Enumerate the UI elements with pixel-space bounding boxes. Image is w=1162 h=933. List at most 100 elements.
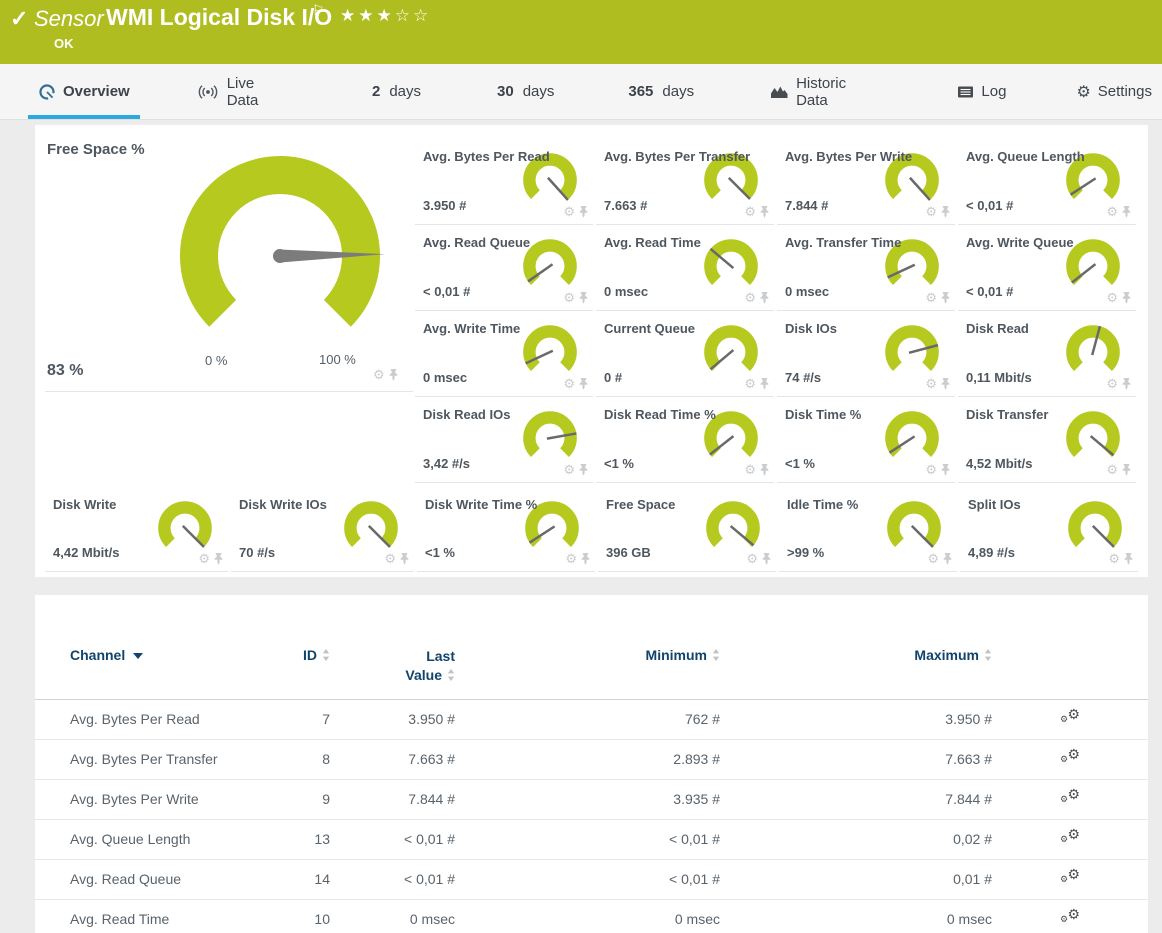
pin-icon[interactable] bbox=[761, 552, 772, 565]
tab-label: Settings bbox=[1098, 83, 1152, 100]
column-header-minimum[interactable]: Minimum bbox=[455, 647, 720, 663]
pin-icon[interactable] bbox=[578, 377, 589, 390]
pin-icon[interactable] bbox=[759, 463, 770, 476]
gear-icon[interactable]: ⚙ bbox=[925, 377, 937, 390]
pin-icon[interactable] bbox=[759, 377, 770, 390]
gauge-value: < 0,01 # bbox=[966, 198, 1013, 213]
pin-icon[interactable] bbox=[759, 205, 770, 218]
channel-last-value: < 0,01 # bbox=[330, 871, 455, 887]
pin-icon[interactable] bbox=[942, 552, 953, 565]
pin-icon[interactable] bbox=[940, 377, 951, 390]
column-header-last-value[interactable]: Last Value bbox=[330, 647, 455, 685]
pin-icon[interactable] bbox=[1121, 205, 1132, 218]
gauge-card-avg-queue-length: Avg. Queue Length < 0,01 # ⚙ bbox=[958, 139, 1136, 225]
gear-icon[interactable]: ⚙ bbox=[744, 291, 756, 304]
channel-minimum: 3.935 # bbox=[455, 791, 720, 807]
pin-icon[interactable] bbox=[580, 552, 591, 565]
gauge-title: Current Queue bbox=[604, 321, 695, 336]
gauge-title: Disk Read IOs bbox=[423, 407, 510, 422]
gear-icon[interactable]: ⚙ bbox=[744, 205, 756, 218]
gauge-value: 4,42 Mbit/s bbox=[53, 545, 119, 560]
pin-icon[interactable] bbox=[399, 552, 410, 565]
gear-icon[interactable]: ⚙ bbox=[563, 291, 575, 304]
channel-minimum: < 0,01 # bbox=[455, 871, 720, 887]
column-header-maximum[interactable]: Maximum bbox=[720, 647, 992, 663]
gear-icon[interactable]: ⚙ bbox=[1108, 552, 1120, 565]
gear-icon[interactable]: ⚙ bbox=[1106, 377, 1118, 390]
tab-log[interactable]: Log bbox=[947, 64, 1016, 119]
gauge-card-avg-write-queue: Avg. Write Queue < 0,01 # ⚙ bbox=[958, 225, 1136, 311]
gauge-value: 3,42 #/s bbox=[423, 456, 470, 471]
gear-icon[interactable]: ⚙ bbox=[925, 463, 937, 476]
priority-stars[interactable]: ★★★☆☆ bbox=[340, 6, 431, 26]
table-row: Avg. Read Queue 14 < 0,01 # < 0,01 # 0,0… bbox=[35, 860, 1148, 900]
channel-maximum: 7.844 # bbox=[720, 791, 992, 807]
pin-icon[interactable] bbox=[940, 463, 951, 476]
channel-last-value: 7.663 # bbox=[330, 751, 455, 767]
pin-icon[interactable] bbox=[940, 205, 951, 218]
channel-id: 13 bbox=[270, 831, 330, 847]
gauge-value: 0 msec bbox=[423, 370, 467, 385]
gear-icon[interactable]: ⚙ bbox=[1106, 205, 1118, 218]
tab-historic-data[interactable]: Historic Data bbox=[760, 64, 889, 119]
channel-settings-icon[interactable]: ⚙⚙ bbox=[1060, 749, 1080, 767]
tab-2-days[interactable]: 2 days bbox=[362, 64, 431, 119]
gear-icon[interactable]: ⚙ bbox=[373, 368, 385, 381]
channel-settings-icon[interactable]: ⚙⚙ bbox=[1060, 869, 1080, 887]
gear-icon[interactable]: ⚙ bbox=[1106, 291, 1118, 304]
pin-icon[interactable] bbox=[578, 205, 589, 218]
pin-icon[interactable] bbox=[1123, 552, 1134, 565]
channel-maximum: 0,02 # bbox=[720, 831, 992, 847]
gear-icon[interactable]: ⚙ bbox=[927, 552, 939, 565]
gear-icon[interactable]: ⚙ bbox=[925, 205, 937, 218]
gauge-title: Disk Read bbox=[966, 321, 1029, 336]
gauge-card-disk-ios: Disk IOs 74 #/s ⚙ bbox=[777, 311, 955, 397]
pin-icon[interactable] bbox=[213, 552, 224, 565]
pin-icon[interactable] bbox=[578, 463, 589, 476]
pin-icon[interactable] bbox=[578, 291, 589, 304]
gauge-title: Free Space bbox=[606, 497, 675, 512]
pin-icon[interactable] bbox=[759, 291, 770, 304]
tab-30-days[interactable]: 30 days bbox=[487, 64, 564, 119]
gear-icon[interactable]: ⚙ bbox=[563, 377, 575, 390]
gear-icon[interactable]: ⚙ bbox=[1106, 463, 1118, 476]
priority-flag-icon[interactable]: ⚐ bbox=[312, 2, 325, 19]
tab-live-data[interactable]: Live Data bbox=[186, 64, 298, 119]
channel-last-value: 0 msec bbox=[330, 911, 455, 927]
gear-icon[interactable]: ⚙ bbox=[384, 552, 396, 565]
tab-settings[interactable]: ⚙ Settings bbox=[1066, 64, 1162, 119]
tab-365-days[interactable]: 365 days bbox=[618, 64, 704, 119]
scale-max-label: 100 % bbox=[319, 352, 356, 367]
gauge-title: Split IOs bbox=[968, 497, 1021, 512]
pin-icon[interactable] bbox=[940, 291, 951, 304]
gear-icon[interactable]: ⚙ bbox=[746, 552, 758, 565]
gear-icon[interactable]: ⚙ bbox=[744, 463, 756, 476]
pin-icon[interactable] bbox=[1121, 463, 1132, 476]
pin-icon[interactable] bbox=[1121, 291, 1132, 304]
gear-icon[interactable]: ⚙ bbox=[563, 205, 575, 218]
column-header-id[interactable]: ID bbox=[270, 647, 330, 663]
gear-icon[interactable]: ⚙ bbox=[744, 377, 756, 390]
tab-overview[interactable]: Overview bbox=[28, 64, 140, 119]
channel-settings-icon[interactable]: ⚙⚙ bbox=[1060, 829, 1080, 847]
gauge-title: Disk Read Time % bbox=[604, 407, 716, 422]
channel-settings-icon[interactable]: ⚙⚙ bbox=[1060, 909, 1080, 927]
gauge-value: 4,52 Mbit/s bbox=[966, 456, 1032, 471]
column-header-channel[interactable]: Channel bbox=[70, 647, 270, 663]
pin-icon[interactable] bbox=[1121, 377, 1132, 390]
gauge-title: Avg. Bytes Per Write bbox=[785, 149, 912, 164]
gauge-value: >99 % bbox=[787, 545, 824, 560]
channel-settings-icon[interactable]: ⚙⚙ bbox=[1060, 709, 1080, 727]
tab-label: Overview bbox=[63, 83, 130, 100]
channel-name: Avg. Bytes Per Transfer bbox=[70, 751, 270, 767]
gear-icon[interactable]: ⚙ bbox=[925, 291, 937, 304]
table-row: Avg. Queue Length 13 < 0,01 # < 0,01 # 0… bbox=[35, 820, 1148, 860]
gear-icon[interactable]: ⚙ bbox=[565, 552, 577, 565]
gauge-value: <1 % bbox=[604, 456, 634, 471]
gear-icon[interactable]: ⚙ bbox=[563, 463, 575, 476]
channel-settings-icon[interactable]: ⚙⚙ bbox=[1060, 789, 1080, 807]
gauge-value: < 0,01 # bbox=[966, 284, 1013, 299]
gear-icon[interactable]: ⚙ bbox=[198, 552, 210, 565]
pin-icon[interactable] bbox=[388, 368, 399, 381]
gauge-title: Avg. Transfer Time bbox=[785, 235, 901, 250]
